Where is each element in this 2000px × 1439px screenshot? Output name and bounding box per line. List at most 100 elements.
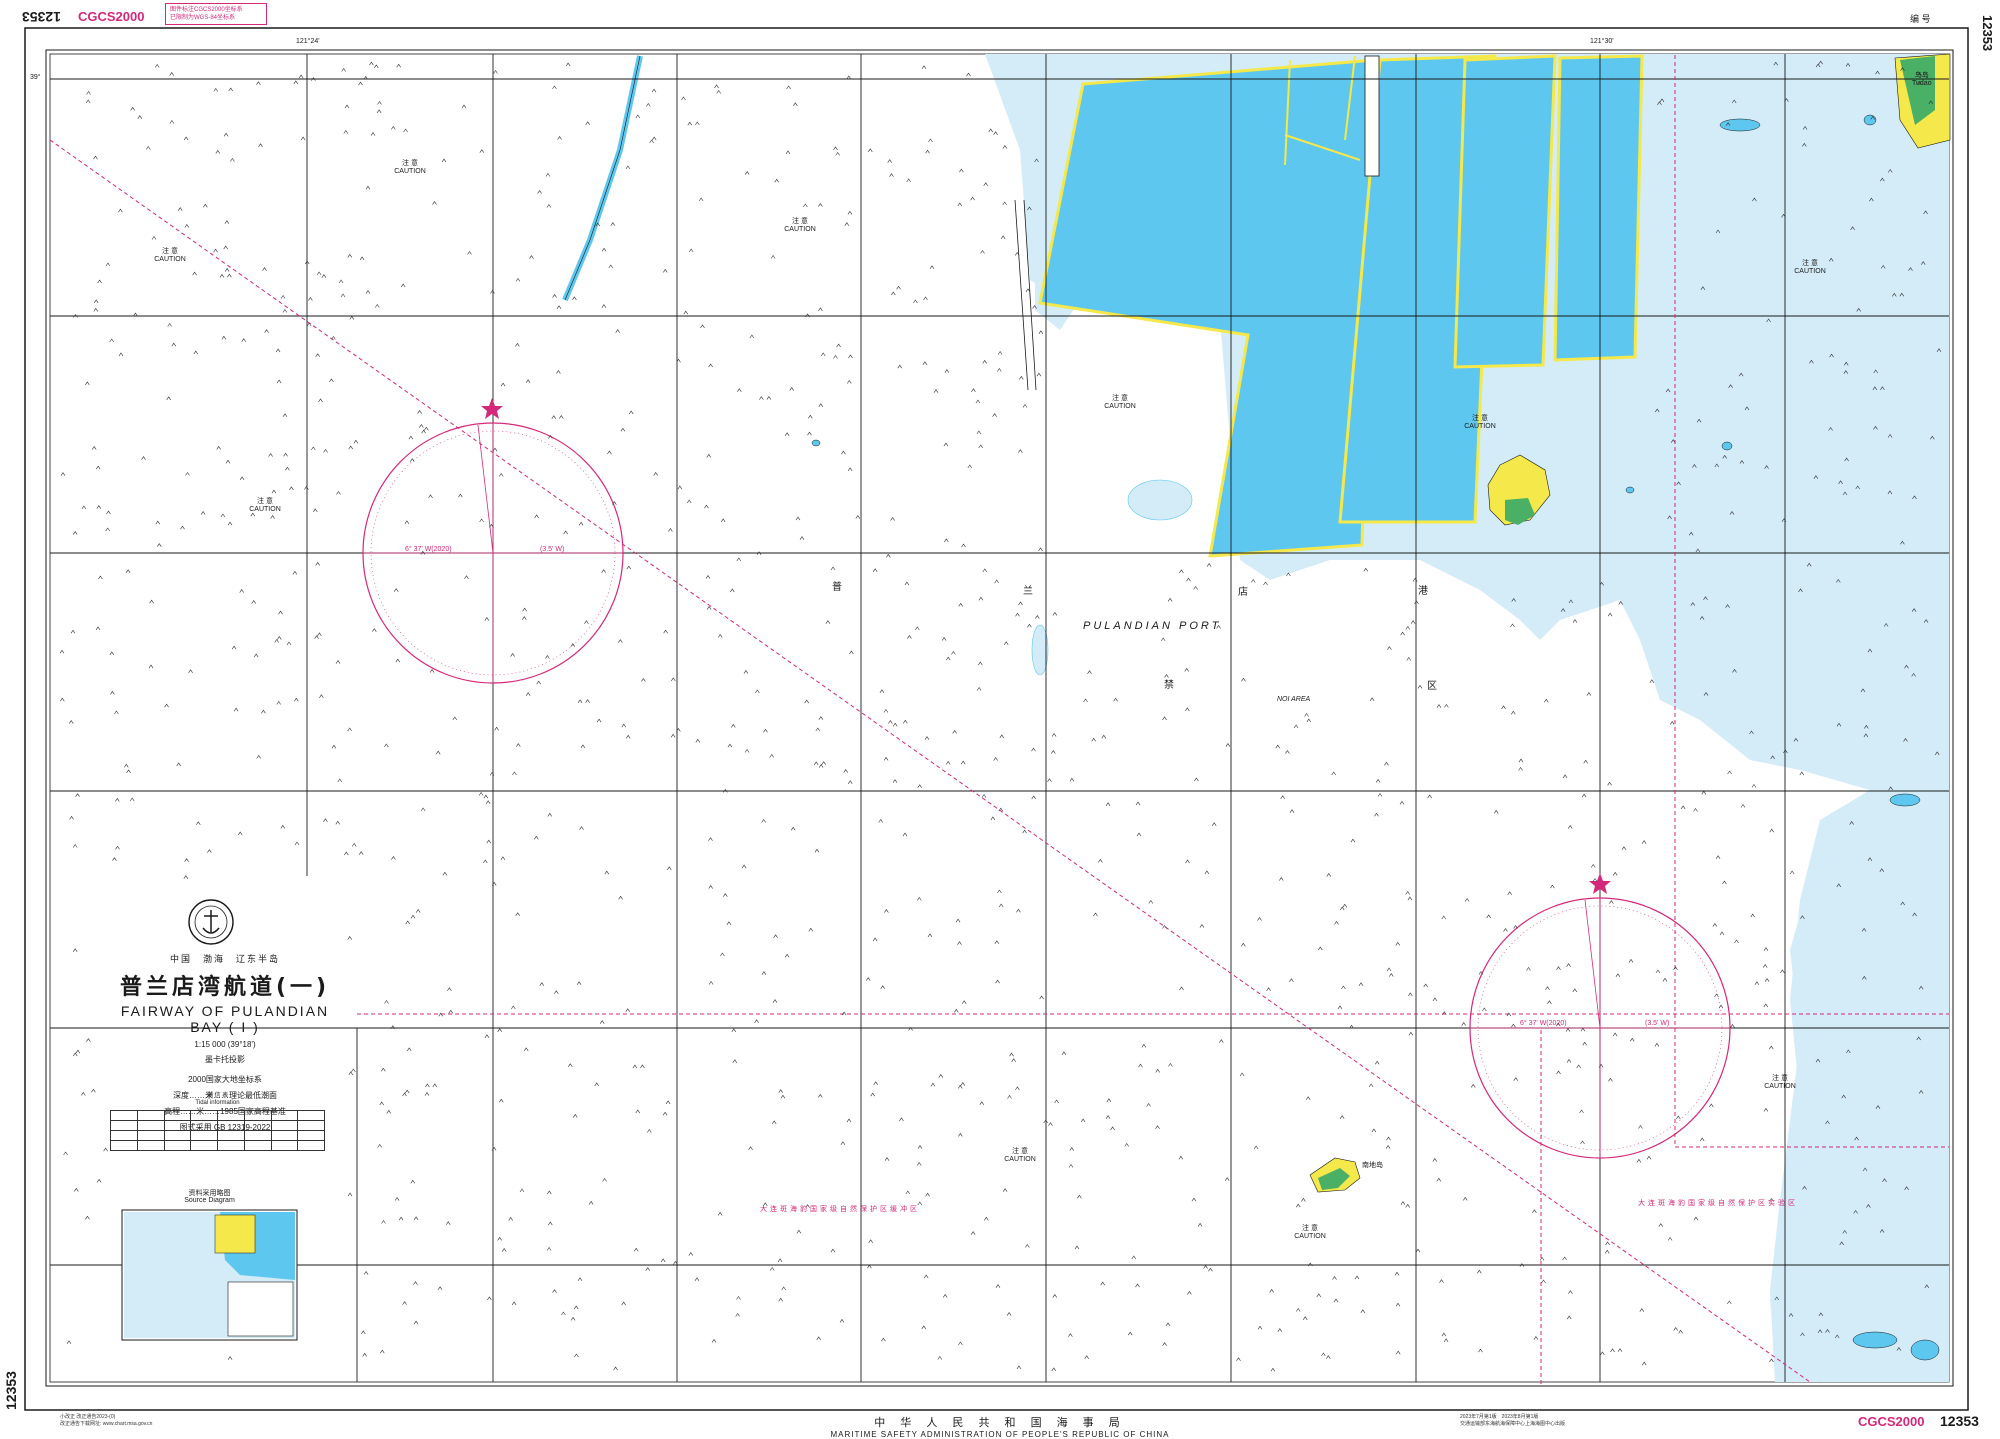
seabed-mark <box>1135 1283 1140 1288</box>
seabed-mark <box>261 709 266 714</box>
seabed-mark <box>1266 987 1271 991</box>
seabed-mark <box>777 1258 783 1263</box>
seabed-mark <box>93 155 98 160</box>
caution-en: CAUTION <box>1794 268 1826 275</box>
seabed-mark <box>1628 958 1634 963</box>
title-region: 中国 渤海 辽东半岛 <box>169 954 280 964</box>
seabed-mark <box>523 1047 529 1052</box>
seabed-mark <box>726 921 732 925</box>
seabed-mark <box>1301 1197 1306 1202</box>
seabed-mark <box>280 824 286 829</box>
seabed-mark <box>1185 707 1190 712</box>
seabed-mark <box>501 1248 507 1252</box>
seabed-mark <box>500 856 506 860</box>
seabed-mark <box>1191 1197 1197 1202</box>
seabed-mark <box>1507 891 1512 895</box>
seabed-mark <box>1511 710 1516 715</box>
title-scale: 1:15 000 (39°18') <box>194 1040 256 1049</box>
seabed-mark <box>497 1236 502 1241</box>
seabed-mark <box>1385 1145 1391 1149</box>
seabed-mark <box>601 247 607 252</box>
seabed-mark <box>282 413 288 417</box>
seabed-mark <box>1038 330 1044 334</box>
seabed-mark <box>534 514 539 519</box>
seabed-mark <box>278 610 283 615</box>
seabed-mark <box>347 936 352 940</box>
seabed-mark <box>304 486 309 490</box>
seabed-mark <box>308 297 313 301</box>
seabed-mark <box>262 267 267 271</box>
seabed-mark <box>924 736 930 740</box>
seabed-mark <box>818 203 823 207</box>
seabed-mark <box>1678 1329 1683 1334</box>
seabed-mark <box>1354 1275 1360 1280</box>
seabed-mark <box>215 149 221 154</box>
lon-label-left: 121°24' <box>296 38 320 45</box>
seabed-mark <box>1750 913 1755 918</box>
breakwater-left <box>562 55 643 302</box>
seabed-mark <box>554 990 559 994</box>
seabed-mark <box>1734 939 1739 944</box>
seabed-mark <box>899 1117 904 1122</box>
caution-note: 注 意 CAUTION <box>130 248 210 264</box>
seabed-mark <box>223 132 229 137</box>
seabed-mark <box>185 471 190 476</box>
seabed-mark <box>711 1338 717 1343</box>
seabed-mark <box>377 1143 382 1148</box>
seabed-mark <box>230 157 235 162</box>
seabed-mark <box>547 812 553 817</box>
seabed-mark <box>384 743 389 748</box>
seabed-mark <box>1615 973 1621 977</box>
seabed-mark <box>1257 917 1262 921</box>
seabed-mark <box>952 729 957 734</box>
seabed-mark <box>1187 1290 1192 1295</box>
seabed-mark <box>1225 743 1231 747</box>
seabed-mark <box>358 851 364 855</box>
seabed-mark <box>348 445 353 450</box>
seabed-mark <box>63 1151 68 1156</box>
seabed-mark <box>717 1211 723 1216</box>
seabed-mark <box>1406 656 1412 661</box>
seabed-mark <box>883 756 889 761</box>
seabed-mark <box>394 1197 400 1201</box>
seabed-mark <box>1337 1005 1343 1010</box>
seabed-mark <box>770 254 776 259</box>
seabed-mark <box>1511 1023 1516 1028</box>
seabed-mark <box>971 388 976 392</box>
seabed-mark <box>704 504 709 509</box>
seabed-mark <box>1763 1003 1769 1008</box>
seabed-mark <box>884 909 889 913</box>
seabed-mark <box>1162 1342 1167 1346</box>
seabed-mark <box>536 680 541 685</box>
island-label: 南地岛 <box>1362 1162 1383 1169</box>
seabed-mark <box>251 600 256 604</box>
seabed-mark <box>884 1157 890 1161</box>
seabed-mark <box>1654 1042 1660 1047</box>
seabed-mark <box>381 1067 386 1072</box>
seabed-mark <box>223 245 228 250</box>
seabed-mark <box>316 271 322 276</box>
seabed-mark <box>778 1297 783 1302</box>
seabed-mark <box>1387 646 1392 650</box>
seabed-mark <box>1763 947 1769 951</box>
seabed-mark <box>184 858 189 862</box>
seabed-mark <box>1769 1358 1774 1363</box>
seabed-mark <box>75 1049 81 1054</box>
seabed-mark <box>497 1028 502 1032</box>
seabed-mark <box>999 734 1005 739</box>
seabed-mark <box>188 669 193 673</box>
seabed-mark <box>391 856 396 860</box>
seabed-mark <box>1463 1196 1468 1201</box>
seabed-mark <box>1127 1331 1133 1336</box>
seabed-mark <box>1069 1147 1075 1151</box>
seabed-mark <box>1269 1288 1274 1293</box>
seabed-mark <box>849 650 854 655</box>
seabed-mark <box>1639 1308 1645 1312</box>
seabed-mark <box>1764 978 1770 982</box>
seabed-mark <box>1371 1128 1377 1133</box>
seabed-mark <box>957 941 962 945</box>
seabed-mark <box>1285 750 1290 754</box>
seabed-mark <box>177 207 183 211</box>
seabed-mark <box>1544 698 1549 703</box>
port-cn-char-3: 店 <box>1238 587 1249 598</box>
